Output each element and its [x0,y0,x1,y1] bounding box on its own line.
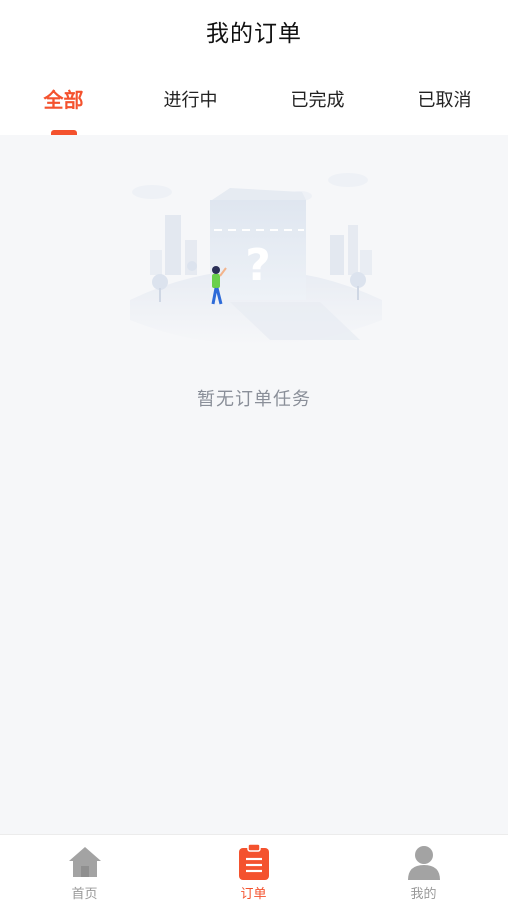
order-status-tabs: 全部 进行中 已完成 已取消 [0,62,508,135]
page-header: 我的订单 [0,0,508,62]
order-icon [235,843,273,881]
home-icon [66,843,104,881]
tab-cancelled[interactable]: 已取消 [381,62,508,135]
tabbar-item-mine[interactable]: 我的 [339,835,508,902]
tab-label: 已取消 [417,89,472,111]
tabbar-label: 首页 [71,887,98,902]
active-tab-indicator [50,130,77,135]
page-title: 我的订单 [206,21,302,47]
tab-label: 全部 [43,88,84,112]
tabbar-item-home[interactable]: 首页 [0,835,169,902]
bottom-tabbar: 首页 订单 我的 [0,834,508,902]
tab-label: 已完成 [290,89,345,111]
tabbar-label: 我的 [410,887,437,902]
tab-all[interactable]: 全部 [0,62,127,135]
tabbar-item-orders[interactable]: 订单 [169,835,338,902]
user-icon [405,843,443,881]
empty-state-message: 暂无订单任务 [197,389,311,410]
svg-text:?: ? [245,240,271,291]
tab-label: 进行中 [163,89,218,111]
tab-in-progress[interactable]: 进行中 [127,62,254,135]
tabbar-label: 订单 [240,887,267,902]
empty-orders-illustration: ? [130,173,382,345]
tab-completed[interactable]: 已完成 [254,62,381,135]
